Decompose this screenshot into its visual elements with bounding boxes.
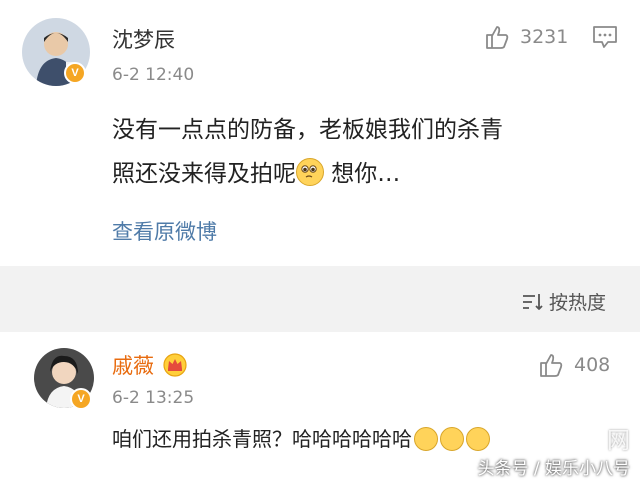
post-text-line-1: 没有一点点的防备，老板娘我们的杀青: [112, 117, 503, 143]
comment-icon[interactable]: [592, 25, 618, 53]
comment-text-content: 咱们还用拍杀青照？哈哈哈哈哈哈: [112, 427, 412, 451]
sort-by-hot-button[interactable]: 按热度: [521, 288, 606, 315]
thumbs-up-icon: [486, 26, 509, 49]
post-text-line-2: 照还没来得及拍呢 想你…: [112, 152, 503, 196]
laughing-emoji: [466, 427, 490, 451]
post-time: 6-2 12:40: [112, 65, 195, 85]
view-original-link[interactable]: 查看原微博: [112, 216, 217, 246]
sort-label: 按热度: [548, 292, 606, 314]
comment-username[interactable]: 戚薇: [112, 350, 188, 380]
sort-icon: [522, 293, 543, 310]
sort-bar: 按热度: [0, 266, 640, 332]
comment-username-text: 戚薇: [112, 354, 154, 378]
original-post: V 沈梦辰 6-2 12:40 3231 没有一点点的防备，老板娘我们的杀青 照…: [0, 0, 640, 266]
comment-text: 咱们还用拍杀青照？哈哈哈哈哈哈: [112, 424, 490, 454]
post-text-line-2-start: 照还没来得及拍呢: [112, 161, 296, 187]
post-text: 没有一点点的防备，老板娘我们的杀青 照还没来得及拍呢 想你…: [112, 108, 503, 196]
comment-like-count: 408: [574, 354, 611, 376]
watermark: 头条号 / 娱乐小八号: [477, 459, 630, 479]
laughing-emoji: [414, 427, 438, 451]
watermark-site: 网: [607, 428, 630, 454]
post-text-line-2-end: 想你…: [324, 161, 401, 187]
thumbs-up-icon: [540, 354, 563, 377]
post-username[interactable]: 沈梦辰: [112, 24, 175, 54]
comment-time: 6-2 13:25: [112, 388, 195, 408]
comment-like-button[interactable]: 408: [538, 352, 610, 378]
pleading-face-emoji: [296, 158, 324, 186]
crown-icon: [163, 353, 187, 377]
laughing-emoji: [440, 427, 464, 451]
post-like-button[interactable]: 3231: [484, 24, 568, 50]
verified-badge: V: [70, 388, 92, 410]
post-like-count: 3231: [520, 26, 569, 48]
verified-badge: V: [64, 62, 86, 84]
comment-item: V 戚薇 6-2 13:25 408 咱们还用拍杀青照？哈哈哈哈哈哈 网 头条号…: [0, 332, 640, 487]
